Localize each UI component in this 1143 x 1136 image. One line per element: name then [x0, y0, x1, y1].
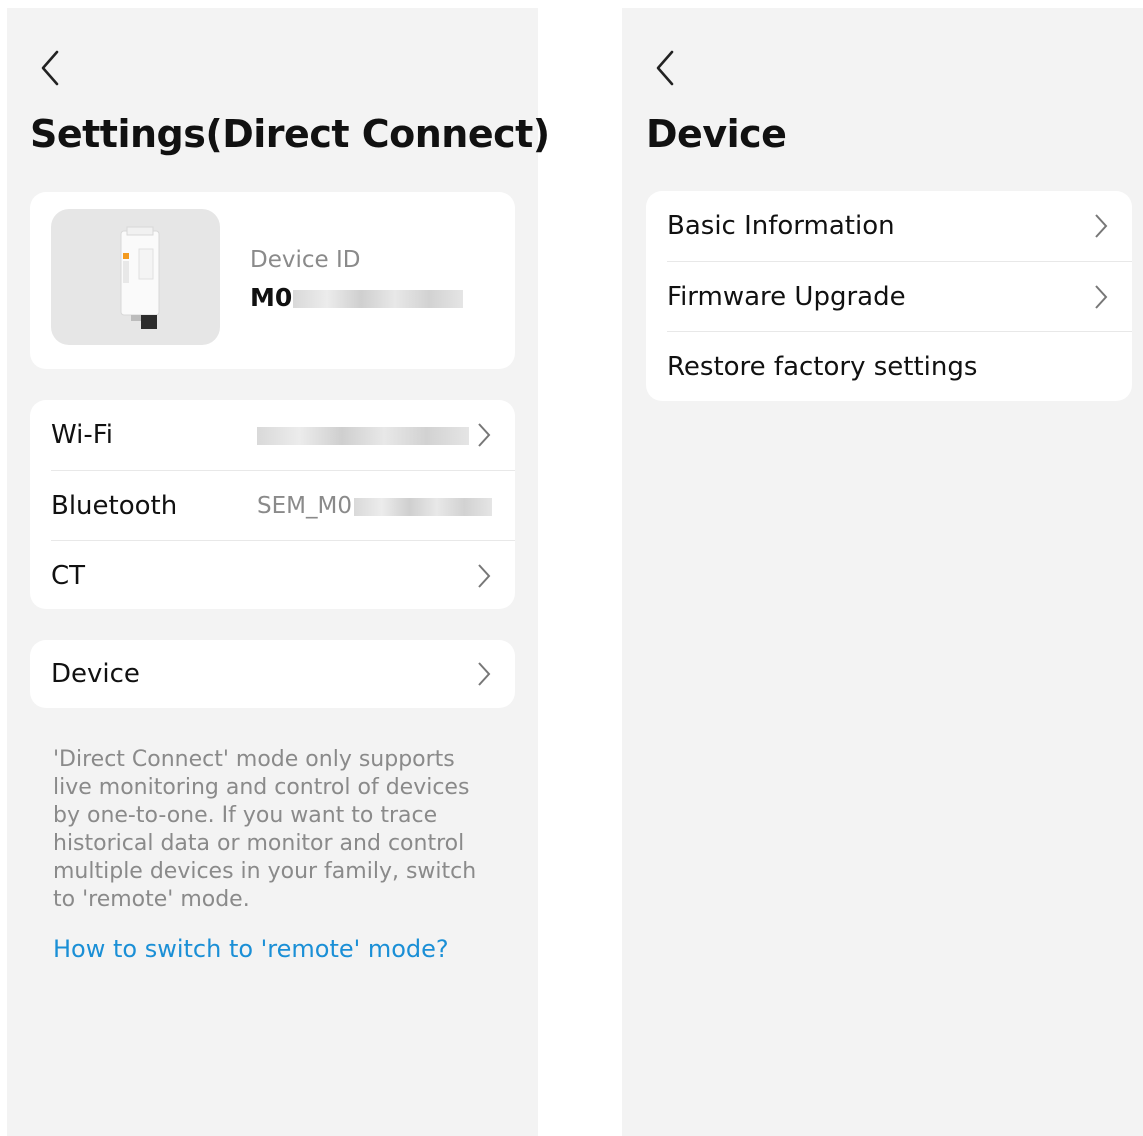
ct-label: CT — [51, 561, 86, 591]
settings-screen: Settings(Direct Connect) Device ID M0 Wi… — [7, 8, 550, 1136]
bluetooth-value: SEM_M0 — [257, 493, 492, 519]
device-id-value: M0 — [250, 283, 464, 312]
page-title: Settings(Direct Connect) — [30, 112, 550, 156]
restore-factory-settings-label: Restore factory settings — [667, 352, 978, 382]
basic-information-item[interactable]: Basic Information — [646, 191, 1132, 261]
basic-information-label: Basic Information — [667, 211, 895, 241]
back-icon — [41, 50, 59, 86]
device-row[interactable]: Device — [30, 640, 515, 708]
device-id-label: Device ID — [250, 247, 361, 273]
device-label: Device — [51, 659, 140, 689]
chevron-right-icon — [477, 563, 491, 589]
firmware-upgrade-item[interactable]: Firmware Upgrade — [646, 262, 1132, 332]
device-screen: Device Basic Information Firmware Upgrad… — [622, 8, 1143, 1136]
chevron-right-icon — [477, 661, 491, 687]
restore-factory-settings-item[interactable]: Restore factory settings — [646, 332, 1132, 401]
redacted-bluetooth-name — [353, 497, 492, 516]
chevron-right-icon — [1094, 213, 1108, 239]
ct-row[interactable]: CT — [30, 541, 515, 609]
firmware-upgrade-label: Firmware Upgrade — [667, 282, 906, 312]
back-button[interactable] — [31, 46, 71, 90]
switch-remote-mode-link[interactable]: How to switch to 'remote' mode? — [53, 935, 449, 963]
bluetooth-row: Bluetooth SEM_M0 — [30, 471, 515, 541]
direct-connect-note: 'Direct Connect' mode only supports live… — [53, 747, 477, 912]
back-button[interactable] — [646, 46, 686, 90]
chevron-right-icon — [1094, 284, 1108, 310]
chevron-right-icon — [477, 422, 491, 448]
back-icon — [656, 50, 674, 86]
device-image — [51, 209, 220, 345]
device-options-list: Basic Information Firmware Upgrade Resto… — [646, 191, 1132, 401]
page-title: Device — [646, 112, 787, 156]
redacted-wifi-name — [257, 426, 469, 445]
redacted-id — [293, 290, 464, 308]
device-settings-card: Device — [30, 640, 515, 708]
device-info-card: Device ID M0 — [30, 192, 515, 369]
wifi-value — [257, 422, 469, 448]
wifi-label: Wi-Fi — [51, 420, 114, 450]
bluetooth-label: Bluetooth — [51, 491, 178, 521]
connection-settings-list: Wi-Fi Bluetooth SEM_M0 CT — [30, 400, 515, 609]
wifi-row[interactable]: Wi-Fi — [30, 400, 515, 470]
